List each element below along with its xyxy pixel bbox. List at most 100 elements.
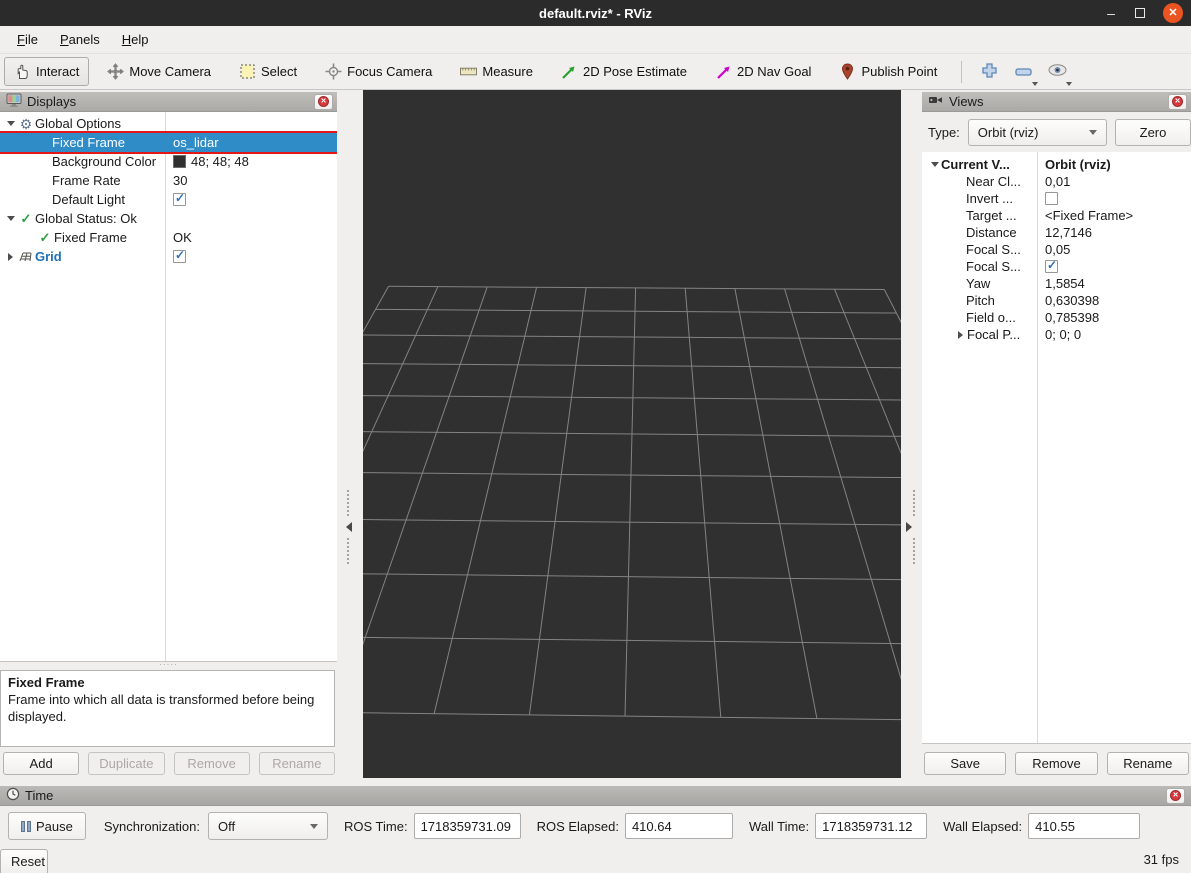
property-value: os_lidar (173, 135, 219, 150)
time-close-button[interactable]: ✕ (1166, 788, 1185, 804)
wall-time-field[interactable] (815, 813, 927, 839)
tree-row-grid[interactable]: Grid (0, 247, 337, 266)
tool-button-interact[interactable]: Interact (4, 57, 89, 86)
property-label: Fixed Frame (52, 135, 125, 150)
property-value-cell[interactable]: os_lidar (165, 135, 337, 150)
property-label: Grid (35, 249, 62, 264)
expander-closed-icon[interactable] (4, 253, 17, 261)
add-tool-button[interactable] (976, 59, 1002, 85)
right-dock-splitter[interactable] (901, 92, 922, 776)
tool-button-select[interactable]: Select (229, 57, 307, 86)
maximize-icon[interactable] (1135, 8, 1145, 18)
tool-visibility-button[interactable] (1044, 59, 1070, 85)
tree-row-frame-rate[interactable]: Frame Rate30 (0, 171, 337, 190)
collapse-left-icon[interactable] (346, 522, 352, 532)
expander-open-icon[interactable] (4, 216, 17, 221)
expander-closed-icon[interactable] (954, 331, 967, 339)
menu-item-help[interactable]: Help (111, 29, 160, 50)
tree-row-invert[interactable]: Invert ... (922, 190, 1191, 207)
pause-button[interactable]: Pause (8, 812, 86, 840)
views-close-button[interactable]: ✕ (1168, 94, 1187, 110)
collapse-right-icon[interactable] (906, 522, 912, 532)
tree-row-focal-s[interactable]: Focal S...0,05 (922, 241, 1191, 258)
expander-open-icon[interactable] (928, 162, 941, 167)
checkbox-checked[interactable] (173, 250, 186, 263)
tree-row-distance[interactable]: Distance 12,7146 (922, 224, 1191, 241)
pause-icon (21, 821, 31, 832)
tree-row-global-options[interactable]: ⚙Global Options (0, 114, 337, 133)
expander-open-icon[interactable] (4, 121, 17, 126)
property-value-cell[interactable] (1037, 260, 1191, 273)
property-value-cell[interactable]: OK (165, 230, 337, 245)
remove-button[interactable]: Remove (1015, 752, 1097, 775)
save-button[interactable]: Save (924, 752, 1006, 775)
property-value-cell[interactable] (1037, 192, 1191, 205)
remove-tool-button[interactable] (1010, 59, 1036, 85)
view-type-combobox[interactable]: Orbit (rviz) (968, 119, 1107, 146)
displays-splitter-handle[interactable]: ····· (0, 662, 337, 670)
checkbox-checked[interactable] (173, 193, 186, 206)
property-value-cell[interactable]: 1,5854 (1037, 276, 1191, 291)
property-value-cell[interactable]: 30 (165, 173, 337, 188)
menu-item-file[interactable]: File (6, 29, 49, 50)
property-label: Distance (966, 225, 1017, 240)
zero-button[interactable]: Zero (1115, 119, 1191, 146)
tool-button-move-camera[interactable]: Move Camera (97, 57, 221, 86)
tool-button-2d-nav-goal[interactable]: 2D Nav Goal (705, 57, 821, 86)
tool-button-publish-point[interactable]: Publish Point (829, 57, 947, 86)
camera-view-icon (928, 94, 944, 109)
property-value: Orbit (rviz) (1045, 157, 1111, 172)
close-icon[interactable]: ✕ (1163, 3, 1183, 23)
tree-row-fixed-frame[interactable]: ✓Fixed FrameOK (0, 228, 337, 247)
left-dock-splitter[interactable] (337, 92, 363, 776)
property-value-cell[interactable]: 0; 0; 0 (1037, 327, 1191, 342)
property-name-cell: ✓Global Status: Ok (0, 211, 165, 227)
clock-icon (6, 787, 20, 804)
tree-row-focal-p[interactable]: Focal P...0; 0; 0 (922, 326, 1191, 343)
property-value-cell[interactable]: 0,01 (1037, 174, 1191, 189)
tree-row-yaw[interactable]: Yaw1,5854 (922, 275, 1191, 292)
property-value-cell[interactable] (165, 250, 337, 263)
property-value-cell[interactable]: <Fixed Frame> (1037, 208, 1191, 223)
property-value-cell[interactable]: 0,785398 (1037, 310, 1191, 325)
reset-button[interactable]: Reset (0, 849, 48, 873)
tree-row-field-o[interactable]: Field o...0,785398 (922, 309, 1191, 326)
tree-row-pitch[interactable]: Pitch0,630398 (922, 292, 1191, 309)
tree-row-near-cl[interactable]: Near Cl...0,01 (922, 173, 1191, 190)
property-label: Target ... (966, 208, 1017, 223)
add-button[interactable]: Add (3, 752, 79, 775)
displays-close-button[interactable]: ✕ (314, 94, 333, 110)
tool-button-focus-camera[interactable]: Focus Camera (315, 57, 442, 86)
tree-row-fixed-frame[interactable]: Fixed Frame os_lidar (0, 133, 337, 152)
tree-row-target[interactable]: Target ... <Fixed Frame> (922, 207, 1191, 224)
wall-elapsed-field[interactable] (1028, 813, 1140, 839)
eye-icon (1048, 64, 1067, 79)
tool-button-measure[interactable]: Measure (450, 57, 543, 86)
rename-button[interactable]: Rename (1107, 752, 1189, 775)
tree-row-background-color[interactable]: Background Color48; 48; 48 (0, 152, 337, 171)
property-value-cell[interactable]: 0,630398 (1037, 293, 1191, 308)
tree-row-current-v[interactable]: Current V...Orbit (rviz) (922, 156, 1191, 173)
ros-elapsed-label: ROS Elapsed: (537, 819, 619, 834)
property-value-cell[interactable]: 48; 48; 48 (165, 154, 337, 169)
checkbox-unchecked[interactable] (1045, 192, 1058, 205)
property-value-cell[interactable] (165, 193, 337, 206)
tree-row-focal-s[interactable]: Focal S... (922, 258, 1191, 275)
property-value: 0,01 (1045, 174, 1070, 189)
minimize-icon[interactable]: – (1105, 9, 1117, 17)
ros-time-field[interactable] (414, 813, 521, 839)
menu-item-panels[interactable]: Panels (49, 29, 111, 50)
property-help-box: Fixed Frame Frame into which all data is… (0, 670, 335, 747)
tree-row-default-light[interactable]: Default Light (0, 190, 337, 209)
property-value-cell[interactable]: 0,05 (1037, 242, 1191, 257)
ros-elapsed-field[interactable] (625, 813, 733, 839)
splitter-dots (347, 490, 349, 516)
checkbox-checked[interactable] (1045, 260, 1058, 273)
tree-row-global-status-ok[interactable]: ✓Global Status: Ok (0, 209, 337, 228)
property-value-cell[interactable]: 12,7146 (1037, 225, 1191, 240)
property-value-cell[interactable]: Orbit (rviz) (1037, 157, 1191, 172)
rename-button: Rename (259, 752, 335, 775)
tool-button-2d-pose-estimate[interactable]: 2D Pose Estimate (551, 57, 697, 86)
3d-viewport[interactable] (363, 90, 901, 778)
synchronization-combobox[interactable]: Off (208, 812, 328, 840)
